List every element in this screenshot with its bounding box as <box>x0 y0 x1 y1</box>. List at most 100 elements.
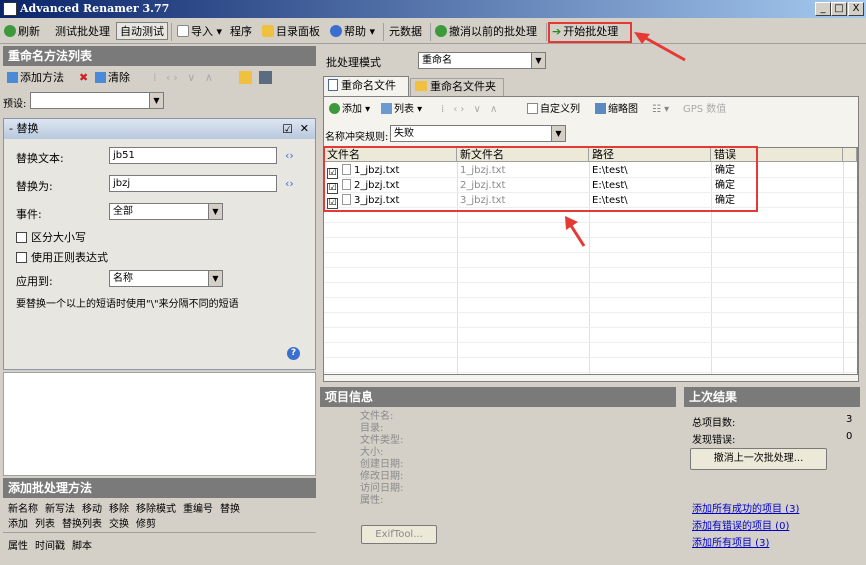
row-divider <box>324 312 857 313</box>
minimize-button[interactable]: _ <box>815 2 831 16</box>
refresh-icon <box>4 25 16 37</box>
close-window-button[interactable]: X <box>848 2 864 16</box>
undo-prev-label: 撤消以前的批处理 <box>449 25 537 38</box>
dir-panel-button[interactable]: 目录面板 <box>262 23 320 41</box>
batch-method-methods_row1-5[interactable]: 重编号 <box>183 504 213 515</box>
exiftool-button[interactable]: ExifTool... <box>361 525 437 544</box>
replace-with-input[interactable]: jbzj <box>109 175 277 192</box>
item-info-field-label: 创建日期: <box>360 459 404 470</box>
custom-columns-label: 自定义列 <box>540 104 580 115</box>
case-sensitive-label: 区分大小写 <box>31 231 86 244</box>
undo-previous-batch-button[interactable]: 撤消以前的批处理 <box>435 23 537 41</box>
file-icon <box>328 79 338 91</box>
maximize-button[interactable]: □ <box>831 2 847 16</box>
row-divider <box>324 327 857 328</box>
annotation-arrow-top <box>634 32 686 62</box>
batch-method-methods_row2-0[interactable]: 添加 <box>8 519 28 530</box>
add-files-button[interactable]: 添加 ▾ <box>329 100 370 120</box>
auto-test-toggle[interactable]: 自动测试 <box>116 22 168 40</box>
case-sensitive-checkbox[interactable] <box>16 232 27 243</box>
undo-last-batch-button[interactable]: 撤消上一次批处理... <box>690 448 827 470</box>
move-arrows-icon[interactable]: ⁞ ‹› ∨ ∧ <box>153 68 216 88</box>
batch-method-methods_row2-2[interactable]: 替换列表 <box>62 519 102 530</box>
add-all-items-link[interactable]: 添加所有项目 (3) <box>692 534 769 549</box>
use-regex-checkbox[interactable] <box>16 252 27 263</box>
batch-method-methods_row1-2[interactable]: 移动 <box>82 504 102 515</box>
batch-methods-row-1: 新名称 新写法 移动 移除 移除模式 重编号 替换 <box>8 500 247 515</box>
add-method-button[interactable]: 添加方法 <box>7 68 64 88</box>
help-menu-button[interactable]: 帮助 ▾ <box>330 23 375 41</box>
batch-method-methods_row1-6[interactable]: 替换 <box>220 504 240 515</box>
occurrence-select[interactable]: 全部 ▼ <box>109 203 223 220</box>
chevron-down-icon: ▼ <box>149 93 163 108</box>
conflict-rule-select[interactable]: 失败 ▼ <box>390 125 566 142</box>
replace-text-input[interactable]: jb51 <box>109 147 277 164</box>
add-successful-items-link[interactable]: 添加所有成功的项目 (3) <box>692 500 799 515</box>
metadata-label: 元数据 <box>389 25 422 38</box>
clear-label: 清除 <box>108 71 130 84</box>
methods-list-header: 重命名方法列表 <box>3 46 316 66</box>
app-icon <box>3 2 17 16</box>
custom-columns-button[interactable]: 自定义列 <box>527 100 580 120</box>
text-options-icon[interactable]: ‹› <box>285 149 294 162</box>
batch-method-methods_row1-3[interactable]: 移除 <box>109 504 129 515</box>
row-divider <box>324 267 857 268</box>
text-options-icon[interactable]: ‹› <box>285 177 294 190</box>
batch-method-methods_row1-4[interactable]: 移除模式 <box>136 504 176 515</box>
import-label: 导入 <box>191 25 213 38</box>
view-mode-icon[interactable]: ☷ ▾ <box>652 100 669 120</box>
import-menu-button[interactable]: 导入 ▾ <box>177 23 222 41</box>
total-items-value: 3 <box>846 414 853 425</box>
list-button[interactable]: 列表 ▾ <box>381 100 422 120</box>
add-error-items-link[interactable]: 添加有错误的项目 (0) <box>692 517 789 532</box>
batch-method-methods_row2-4[interactable]: 修剪 <box>136 519 156 530</box>
metadata-button[interactable]: 元数据 <box>389 23 422 41</box>
gps-button[interactable]: GPS 数值 <box>683 100 726 120</box>
item-info-field-label: 文件类型: <box>360 435 404 446</box>
tab-rename-files[interactable]: 重命名文件 <box>323 76 409 96</box>
preset-select[interactable]: ▼ <box>30 92 164 109</box>
last-result-header: 上次结果 <box>684 387 860 407</box>
batch-method-methods_row3-2[interactable]: 脚本 <box>72 541 92 552</box>
batch-mode-select[interactable]: 重命名 ▼ <box>418 52 546 69</box>
batch-method-methods_row3-1[interactable]: 时间戳 <box>35 541 65 552</box>
use-regex-option[interactable]: 使用正则表达式 <box>16 249 108 265</box>
row-divider <box>324 357 857 358</box>
add-files-label: 添加 <box>342 104 362 115</box>
open-preset-icon[interactable] <box>239 71 252 84</box>
tab-rename-folders[interactable]: 重命名文件夹 <box>410 78 504 96</box>
batch-method-methods_row2-3[interactable]: 交换 <box>109 519 129 530</box>
move-arrows-icon[interactable]: ⁞ ‹› ∨ ∧ <box>441 100 500 120</box>
batch-mode-label: 批处理模式 <box>326 56 381 69</box>
thumbnails-button[interactable]: 缩略图 <box>595 100 638 120</box>
refresh-button[interactable]: 刷新 <box>4 23 40 41</box>
occurrence-value: 全部 <box>113 206 133 217</box>
total-items-label: 总项目数: <box>692 418 736 429</box>
main-toolbar: 刷新 测试批处理 自动测试 导入 ▾ 程序 目录面板 帮助 ▾ 元数据 撤消以前… <box>0 20 866 44</box>
method-enabled-checkbox[interactable]: ☑ <box>282 119 293 139</box>
batch-method-methods_row3-0[interactable]: 属性 <box>8 541 28 552</box>
save-preset-icon[interactable] <box>259 71 272 84</box>
replace-method-panel: - 替换 ☑ ✕ 替换文本: jb51 ‹› 替换为: jbzj ‹› 事件: … <box>3 118 316 370</box>
apply-to-select[interactable]: 名称 ▼ <box>109 270 223 287</box>
batch-method-methods_row2-1[interactable]: 列表 <box>35 519 55 530</box>
add-method-icon <box>7 72 18 83</box>
case-sensitive-option[interactable]: 区分大小写 <box>16 229 86 245</box>
auto-test-label: 自动测试 <box>120 25 164 38</box>
help-icon[interactable]: ? <box>287 347 300 360</box>
batch-method-methods_row1-0[interactable]: 新名称 <box>8 504 38 515</box>
occurrence-label: 事件: <box>16 208 42 221</box>
delete-icon[interactable]: ✖ <box>79 68 88 88</box>
program-button[interactable]: 程序 <box>230 23 252 41</box>
replace-text-label: 替换文本: <box>16 152 64 165</box>
clear-button[interactable]: 清除 <box>95 68 130 88</box>
item-info-field-label: 目录: <box>360 423 384 434</box>
batch-method-methods_row1-1[interactable]: 新写法 <box>45 504 75 515</box>
method-close-icon[interactable]: ✕ <box>300 119 309 139</box>
folder-icon <box>415 81 427 91</box>
window-title: Advanced Renamer 3.77 <box>20 2 170 15</box>
test-batch-label: 测试批处理 <box>55 25 110 38</box>
test-batch-button[interactable]: 测试批处理 <box>55 23 110 41</box>
highlight-file-rows <box>323 146 758 212</box>
conflict-rule-value: 失败 <box>394 128 414 139</box>
